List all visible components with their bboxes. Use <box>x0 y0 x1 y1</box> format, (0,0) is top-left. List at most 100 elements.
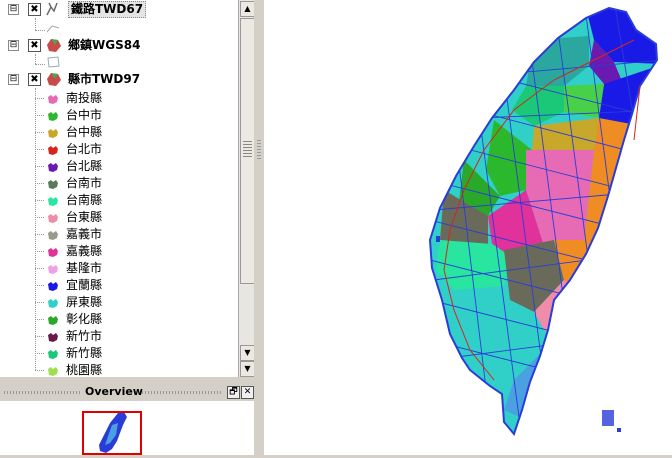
class-color-swatch <box>47 127 59 138</box>
class-color-swatch <box>47 212 59 223</box>
legend-class-item[interactable]: 新竹縣 <box>0 345 238 362</box>
class-color-swatch <box>47 110 59 121</box>
tree-line <box>35 18 36 30</box>
legend-class-item[interactable]: 南投縣 <box>0 90 238 107</box>
layer-row-railway[interactable]: ⊟ ✖ 鐵路TWD67 <box>0 1 238 18</box>
class-label: 台北縣 <box>66 159 103 173</box>
splitter-grip-icon <box>257 140 261 160</box>
class-label: 新竹市 <box>66 329 103 343</box>
class-label: 台北市 <box>66 142 103 156</box>
legend-class-item[interactable]: 桃園縣 <box>0 362 238 377</box>
legend-scrollbar[interactable]: ▲ ▼ ▼ <box>238 0 255 377</box>
legend-class-item[interactable]: 屏東縣 <box>0 294 238 311</box>
overview-extent-frame[interactable] <box>82 411 142 455</box>
tree-line <box>35 336 44 337</box>
polygon-layer-icon <box>45 37 63 53</box>
class-label: 基隆市 <box>66 261 103 275</box>
tree-line <box>35 30 45 31</box>
tree-line <box>35 166 44 167</box>
class-label: 台東縣 <box>66 210 103 224</box>
class-color-swatch <box>47 263 59 274</box>
legend-class-item[interactable]: 嘉義縣 <box>0 243 238 260</box>
collapse-toggle[interactable]: ⊟ <box>8 74 19 85</box>
overview-titlebar[interactable]: Overview 🗗 ✕ <box>0 383 254 401</box>
class-label: 屏東縣 <box>66 295 103 309</box>
legend-class-item[interactable]: 台東縣 <box>0 209 238 226</box>
overview-title: Overview <box>85 385 143 398</box>
class-label: 台南縣 <box>66 193 103 207</box>
tree-line <box>35 132 44 133</box>
scroll-thumb[interactable] <box>240 18 255 284</box>
tree-line <box>35 234 44 235</box>
class-color-swatch <box>47 365 59 376</box>
tree-line <box>35 251 44 252</box>
legend-class-item[interactable]: 新竹市 <box>0 328 238 345</box>
layer-row-townships[interactable]: ⊟ ✖ 鄉鎮WGS84 <box>0 37 238 54</box>
layer-visibility-checkbox[interactable]: ✖ <box>28 73 41 86</box>
legend-class-item[interactable]: 台南縣 <box>0 192 238 209</box>
grip-icon <box>243 141 252 157</box>
tree-line <box>35 217 44 218</box>
legend-class-item[interactable]: 嘉義市 <box>0 226 238 243</box>
scroll-down-button[interactable]: ▼ <box>240 345 255 361</box>
legend-class-item[interactable]: 台南市 <box>0 175 238 192</box>
layer-name: 鐵路TWD67 <box>68 1 147 18</box>
tree-line <box>35 149 44 150</box>
scroll-down-end-button[interactable]: ▼ <box>240 361 255 377</box>
green-island <box>602 410 614 426</box>
tree-line <box>35 319 44 320</box>
tree-line <box>35 183 44 184</box>
layer-name: 縣市TWD97 <box>68 72 141 86</box>
legend-class-item[interactable]: 台中縣 <box>0 124 238 141</box>
class-label: 彰化縣 <box>66 312 103 326</box>
legend-class-item[interactable]: 台北縣 <box>0 158 238 175</box>
class-color-swatch <box>47 246 59 257</box>
legend-class-item[interactable]: 台中市 <box>0 107 238 124</box>
tree-line <box>35 285 44 286</box>
class-label: 台中縣 <box>66 125 103 139</box>
class-label: 台中市 <box>66 108 103 122</box>
layer-row-counties[interactable]: ⊟ ✖ 縣市TWD97 <box>0 71 238 88</box>
class-color-swatch <box>47 331 59 342</box>
float-button[interactable]: 🗗 <box>227 386 240 399</box>
class-color-swatch <box>47 195 59 206</box>
railway-legend-symbol <box>46 22 60 36</box>
class-color-swatch <box>47 314 59 325</box>
class-label: 南投縣 <box>66 91 103 105</box>
class-label: 嘉義縣 <box>66 244 103 258</box>
tree-line <box>35 98 44 99</box>
legend-class-item[interactable]: 彰化縣 <box>0 311 238 328</box>
tree-line <box>35 200 44 201</box>
railway-line-icon <box>45 1 63 17</box>
layer-visibility-checkbox[interactable]: ✖ <box>28 39 41 52</box>
orchid-island <box>617 428 621 432</box>
tree-line <box>35 268 44 269</box>
tree-line <box>35 370 44 371</box>
tree-line <box>35 64 45 65</box>
tree-line <box>35 54 36 64</box>
map-canvas[interactable] <box>264 0 672 455</box>
close-icon[interactable]: ✕ <box>241 386 254 399</box>
layer-name: 鄉鎮WGS84 <box>68 38 141 52</box>
legend-class-item[interactable]: 台北市 <box>0 141 238 158</box>
overview-panel[interactable] <box>0 401 254 455</box>
class-color-swatch <box>47 93 59 104</box>
scroll-up-button[interactable]: ▲ <box>240 1 255 17</box>
panel-splitter[interactable] <box>254 0 264 455</box>
legend-class-item[interactable]: 基隆市 <box>0 260 238 277</box>
class-label: 嘉義市 <box>66 227 103 241</box>
class-color-swatch <box>47 229 59 240</box>
class-label: 桃園縣 <box>66 363 103 377</box>
class-color-swatch <box>47 178 59 189</box>
layer-visibility-checkbox[interactable]: ✖ <box>28 3 41 16</box>
class-label: 宜蘭縣 <box>66 278 103 292</box>
township-legend-symbol <box>46 56 60 71</box>
collapse-toggle[interactable]: ⊟ <box>8 40 19 51</box>
legend-class-item[interactable]: 宜蘭縣 <box>0 277 238 294</box>
class-label: 台南市 <box>66 176 103 190</box>
tree-line <box>35 353 44 354</box>
penghu-islands <box>436 236 440 242</box>
class-label: 新竹縣 <box>66 346 103 360</box>
class-color-swatch <box>47 161 59 172</box>
collapse-toggle[interactable]: ⊟ <box>8 4 19 15</box>
